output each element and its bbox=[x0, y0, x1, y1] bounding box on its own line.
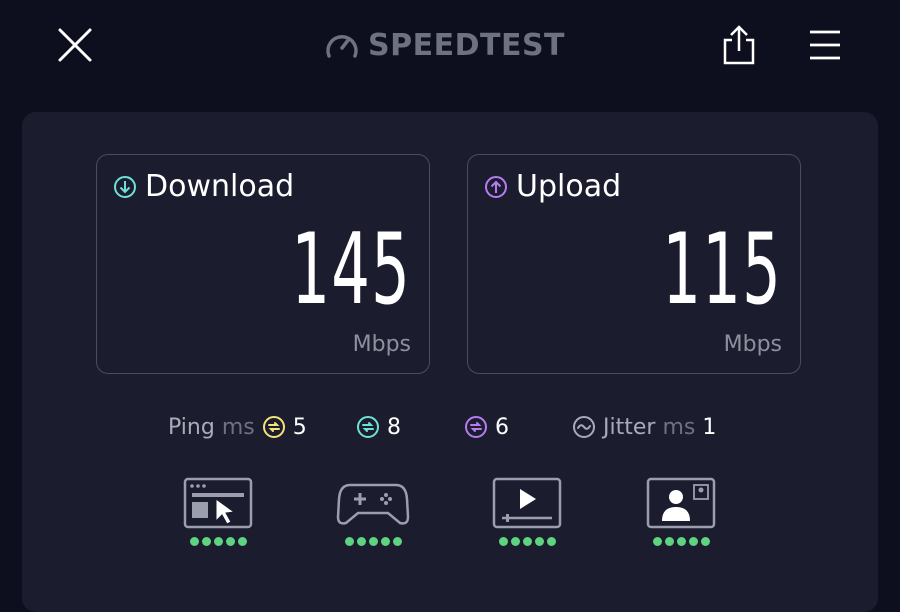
video-streaming-dots bbox=[490, 537, 564, 546]
upload-value: 115 bbox=[662, 213, 782, 327]
gaming-rating[interactable] bbox=[336, 477, 410, 546]
hamburger-icon bbox=[810, 30, 840, 60]
video-call-icon bbox=[646, 477, 716, 529]
ping-upload-value: 6 bbox=[495, 414, 509, 440]
download-value: 145 bbox=[291, 213, 411, 327]
upload-arrow-icon bbox=[485, 175, 507, 198]
experience-ratings bbox=[22, 477, 878, 567]
jitter-stat: Jitter ms 1 bbox=[572, 407, 716, 447]
ping-unit: ms bbox=[221, 414, 255, 440]
jitter-icon bbox=[573, 416, 595, 438]
upload-unit: Mbps bbox=[723, 332, 782, 357]
ping-download-value: 8 bbox=[387, 414, 401, 440]
ping-download-icon bbox=[357, 416, 379, 438]
web-browsing-dots bbox=[181, 537, 255, 546]
top-bar: SPEEDTEST bbox=[0, 0, 900, 95]
speedtest-logo: SPEEDTEST bbox=[324, 26, 565, 64]
logo-text: SPEEDTEST bbox=[368, 27, 566, 63]
download-card[interactable]: Download 145 Mbps bbox=[96, 154, 430, 374]
close-icon bbox=[58, 28, 92, 62]
ping-idle-icon bbox=[262, 416, 285, 438]
video-call-rating[interactable] bbox=[644, 477, 718, 546]
ping-idle-stat: Ping ms 5 bbox=[168, 407, 307, 447]
ping-upload-icon bbox=[465, 416, 487, 438]
ping-idle-value: 5 bbox=[292, 414, 307, 440]
menu-button[interactable] bbox=[808, 28, 842, 62]
gaming-dots bbox=[336, 537, 410, 546]
close-button[interactable] bbox=[56, 26, 94, 64]
download-unit: Mbps bbox=[352, 332, 411, 357]
jitter-unit: ms bbox=[662, 414, 696, 440]
ping-download-stat: 8 bbox=[356, 407, 401, 447]
upload-card[interactable]: Upload 115 Mbps bbox=[467, 154, 801, 374]
results-panel: Download 145 Mbps Upload 115 Mbps Ping m… bbox=[22, 112, 878, 612]
ping-label: Ping bbox=[168, 414, 215, 440]
web-browsing-icon bbox=[183, 477, 253, 529]
share-button[interactable] bbox=[721, 24, 757, 66]
upload-label: Upload bbox=[516, 169, 622, 204]
jitter-label: Jitter bbox=[603, 414, 656, 440]
gaming-icon bbox=[336, 483, 410, 525]
jitter-value: 1 bbox=[702, 414, 717, 440]
download-label: Download bbox=[145, 169, 295, 204]
video-streaming-icon bbox=[492, 477, 562, 529]
share-icon bbox=[723, 25, 755, 65]
video-streaming-rating[interactable] bbox=[490, 477, 564, 546]
video-call-dots bbox=[644, 537, 718, 546]
latency-stats: Ping ms 5 8 6 Jitter ms 1 bbox=[22, 407, 878, 447]
web-browsing-rating[interactable] bbox=[181, 477, 255, 546]
ping-upload-stat: 6 bbox=[464, 407, 509, 447]
gauge-icon bbox=[326, 35, 358, 58]
download-arrow-icon bbox=[114, 175, 136, 198]
